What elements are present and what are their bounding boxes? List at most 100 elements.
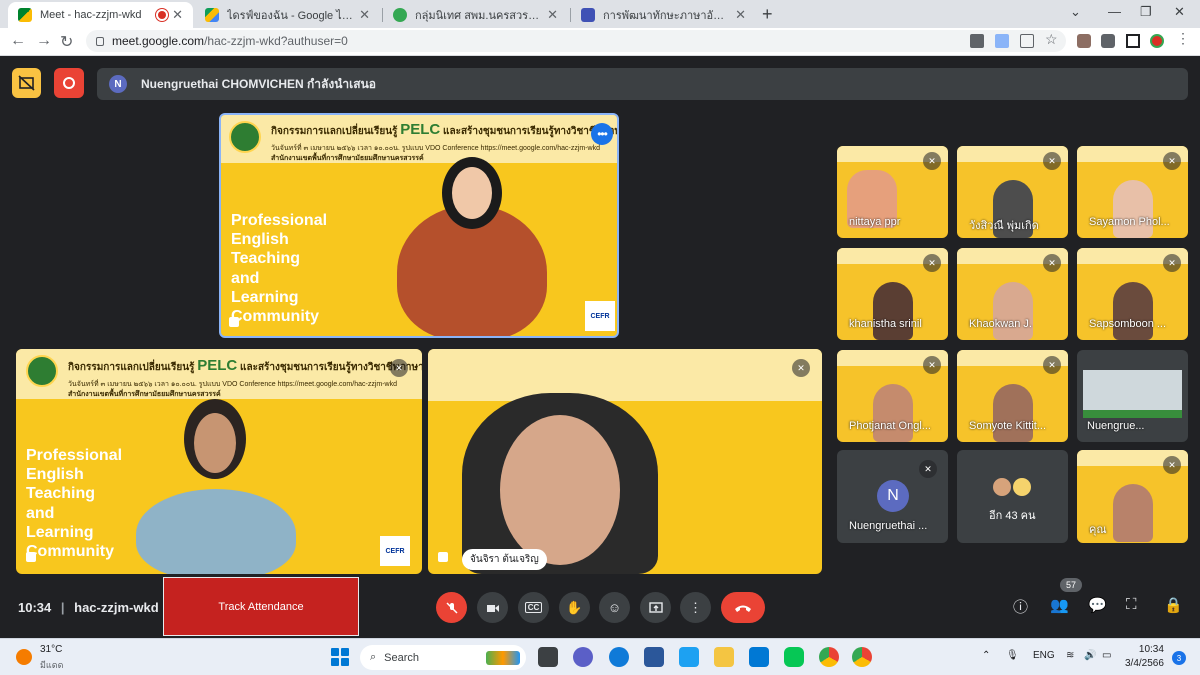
cefr-logo: CEFR bbox=[380, 536, 410, 566]
sun-weather-icon[interactable] bbox=[16, 649, 32, 665]
bookmark-star-icon[interactable]: ☆ bbox=[1045, 31, 1059, 47]
weather-condition[interactable]: มีแดด bbox=[40, 658, 63, 672]
slide-heading: กิจกรรมการแลกเปลี่ยนเรียนรู้ PELC และสร้… bbox=[68, 357, 422, 374]
close-tab-icon[interactable]: ✕ bbox=[735, 7, 746, 23]
edge-browser-icon[interactable] bbox=[609, 647, 629, 667]
restore-icon[interactable]: ❐ bbox=[1140, 4, 1152, 20]
pin-icon[interactable] bbox=[26, 552, 36, 562]
leave-call-button[interactable] bbox=[721, 592, 765, 623]
volume-icon[interactable]: 🔊 bbox=[1084, 650, 1096, 661]
back-arrow-icon[interactable]: ← bbox=[10, 32, 26, 50]
minimize-icon[interactable]: — bbox=[1108, 4, 1121, 19]
slide-org-line: สำนักงานเขตพื้นที่การศึกษามัธยมศึกษานครส… bbox=[271, 155, 424, 162]
file-explorer-icon[interactable] bbox=[714, 647, 734, 667]
battery-icon[interactable]: ▭ bbox=[1102, 650, 1111, 661]
mail-icon[interactable] bbox=[749, 647, 769, 667]
chrome-icon[interactable] bbox=[819, 647, 839, 667]
share-icon[interactable] bbox=[1020, 34, 1034, 48]
participant-name: Nuengruethai ... bbox=[849, 520, 928, 532]
slide-header-band bbox=[428, 349, 822, 401]
presentation-tile[interactable]: กิจกรรมการแลกเปลี่ยนเรียนรู้ PELC และสร้… bbox=[219, 113, 619, 338]
participant-tile[interactable]: ✕ nittaya ppr bbox=[837, 146, 948, 238]
tab-english[interactable]: การพัฒนาทักษะภาษาอังกฤษ English ✕ bbox=[571, 2, 756, 28]
mic-off-icon: ✕ bbox=[923, 152, 941, 170]
present-now-button[interactable] bbox=[640, 592, 671, 623]
search-highlight-icon bbox=[486, 650, 520, 665]
raise-hand-button[interactable]: ✋ bbox=[559, 592, 590, 623]
reactions-button[interactable]: ☺ bbox=[599, 592, 630, 623]
tab-group-site[interactable]: กลุ่มนิเทศ สพม.นครสวรรค์ ✕ bbox=[383, 2, 568, 28]
participant-tile[interactable]: ✕ Sayamon Phol... bbox=[1077, 146, 1188, 238]
menu-kebab-icon[interactable]: ⋮ bbox=[1176, 30, 1190, 46]
presenter-camera-tile[interactable]: กิจกรรมการแลกเปลี่ยนเรียนรู้ PELC และสร้… bbox=[16, 349, 422, 574]
mic-off-icon: ✕ bbox=[1043, 356, 1061, 374]
address-bar[interactable]: meet.google.com /hac-zzjm-wkd?authuser=0 bbox=[86, 30, 1066, 52]
participant-tile[interactable]: ✕ วังสิวณี พุ่มเกิด bbox=[957, 146, 1068, 238]
wifi-icon[interactable]: ≋ bbox=[1066, 650, 1074, 661]
host-controls-lock-icon[interactable]: 🔒 bbox=[1164, 596, 1183, 614]
windows-start-button[interactable] bbox=[331, 648, 349, 666]
participant-tile[interactable]: ✕ Khaokwan J. bbox=[957, 248, 1068, 340]
tab-meet[interactable]: Meet - hac-zzjm-wkd ✕ bbox=[8, 2, 193, 28]
people-icon[interactable]: 👥 bbox=[1050, 596, 1069, 614]
forward-arrow-icon[interactable]: → bbox=[36, 32, 52, 50]
new-tab-button[interactable]: + bbox=[762, 4, 773, 25]
track-attendance-button[interactable]: Track Attendance bbox=[163, 577, 359, 636]
screen-share-preview bbox=[1083, 410, 1182, 418]
participant-tile-main[interactable]: ✕ จันจิรา ต้นเจริญ bbox=[428, 349, 822, 574]
close-tab-icon[interactable]: ✕ bbox=[547, 7, 558, 23]
l-app-icon[interactable] bbox=[679, 647, 699, 667]
presentation-button[interactable] bbox=[12, 68, 41, 98]
translate-icon[interactable] bbox=[995, 34, 1009, 48]
teams-chat-icon[interactable] bbox=[573, 647, 593, 667]
emoji-icon: ☺ bbox=[607, 600, 622, 615]
camera-toggle-button[interactable] bbox=[477, 592, 508, 623]
participant-video bbox=[136, 399, 296, 574]
meet-controls-bar: 10:34 | hac-zzjm-wkd Track Attendance CC… bbox=[0, 577, 1200, 638]
show-hidden-icons-chevron-icon[interactable]: ⌃ bbox=[982, 650, 990, 661]
captions-button[interactable]: CC bbox=[518, 592, 549, 623]
taskbar-search-box[interactable]: ⌕ Search bbox=[360, 645, 526, 670]
camera-permission-icon[interactable] bbox=[970, 34, 984, 48]
activities-icon[interactable]: ⛶ bbox=[1126, 596, 1137, 613]
mic-toggle-button[interactable] bbox=[436, 592, 467, 623]
line-app-icon[interactable] bbox=[784, 647, 804, 667]
tab-drive[interactable]: ไดรฟ์ของฉัน - Google ไดรฟ์ ✕ bbox=[195, 2, 380, 28]
participant-tile[interactable]: ✕ Somyote Kittit... bbox=[957, 350, 1068, 442]
more-participants-label: อีก 43 คน bbox=[989, 510, 1036, 522]
meeting-info-icon[interactable]: ⓘ bbox=[1013, 596, 1028, 617]
participant-tile[interactable]: ✕ khanistha srinil bbox=[837, 248, 948, 340]
puzzle-extensions-icon[interactable] bbox=[1101, 34, 1115, 48]
more-participants-tile[interactable]: อีก 43 คน bbox=[957, 450, 1068, 543]
participant-tile[interactable]: N ✕ Nuengruethai ... bbox=[837, 450, 948, 543]
recording-button[interactable] bbox=[54, 68, 84, 98]
input-language[interactable]: ENG bbox=[1033, 650, 1055, 661]
participant-tile[interactable]: ✕ Photjanat Ongl... bbox=[837, 350, 948, 442]
url-path: /hac-zzjm-wkd?authuser=0 bbox=[204, 34, 348, 48]
side-panel-icon[interactable] bbox=[1126, 34, 1140, 48]
chat-icon[interactable]: 💬 bbox=[1088, 596, 1107, 614]
participant-tile[interactable]: ✕ Sapsomboon ... bbox=[1077, 248, 1188, 340]
screen-share-tile[interactable]: Nuengrue... bbox=[1077, 350, 1188, 442]
notification-count-badge[interactable]: 3 bbox=[1172, 651, 1186, 665]
slide-heading: กิจกรรมการแลกเปลี่ยนเรียนรู้ PELC และสร้… bbox=[271, 121, 617, 138]
more-options-icon[interactable]: ••• bbox=[591, 123, 613, 145]
close-tab-icon[interactable]: ✕ bbox=[172, 7, 183, 23]
tab-search-chevron-icon[interactable]: ⌄ bbox=[1070, 4, 1081, 20]
close-tab-icon[interactable]: ✕ bbox=[359, 7, 370, 23]
window-close-icon[interactable]: ✕ bbox=[1174, 4, 1185, 20]
pin-icon[interactable] bbox=[229, 317, 239, 327]
more-options-button[interactable]: ⋮ bbox=[680, 592, 711, 623]
profile-avatar[interactable] bbox=[1150, 34, 1164, 48]
task-view-icon[interactable] bbox=[538, 647, 558, 667]
chrome-profile-icon[interactable] bbox=[852, 647, 872, 667]
self-view-tile[interactable]: ✕ คุณ bbox=[1077, 450, 1188, 543]
pin-icon[interactable] bbox=[438, 552, 448, 562]
word-icon[interactable] bbox=[644, 647, 664, 667]
extension-icon[interactable] bbox=[1077, 34, 1091, 48]
participant-name: Nuengrue... bbox=[1087, 420, 1145, 432]
microphone-icon[interactable]: 🎙 bbox=[1006, 650, 1019, 661]
weather-temperature[interactable]: 31°C bbox=[40, 644, 62, 655]
system-clock[interactable]: 10:34 3/4/2566 bbox=[1125, 643, 1164, 671]
reload-icon[interactable]: ↻ bbox=[60, 32, 73, 52]
